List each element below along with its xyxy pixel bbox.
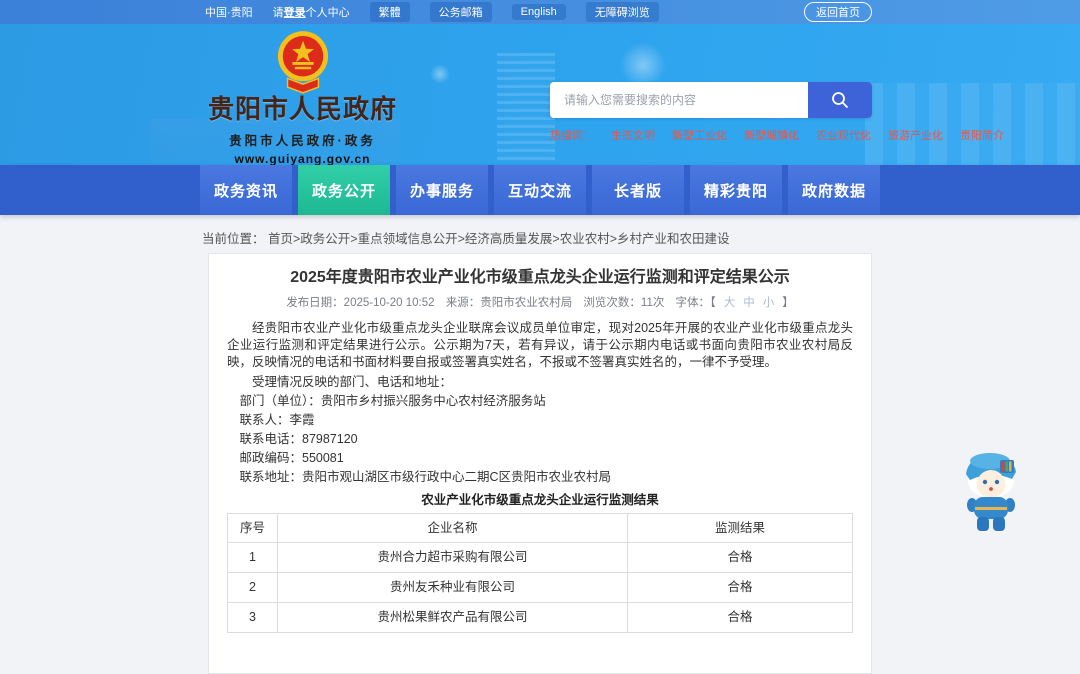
accessibility-link[interactable]: 无障碍浏览 bbox=[586, 2, 659, 22]
bokeh-light bbox=[430, 64, 450, 84]
traditional-chinese-link[interactable]: 繁體 bbox=[370, 2, 410, 22]
monitor-result: 合格 bbox=[628, 543, 853, 573]
site-logo[interactable]: 贵阳市人民政府 贵阳市人民政府·政务 www.guiyang.gov.cn bbox=[205, 30, 400, 165]
breadcrumb: 当前位置： 首页>政务公开>重点领域信息公开>经济高质量发展>农业农村>乡村产业… bbox=[202, 228, 1080, 247]
top-utility-bar: 中国·贵阳 请登录个人中心 繁體 公务邮箱 English 无障碍浏览 返回首页 bbox=[0, 0, 1080, 24]
article-meta: 发布日期：2025-10-20 10:52 来源：贵阳市农业农村局 浏览次数：1… bbox=[227, 294, 853, 310]
national-emblem-icon bbox=[276, 30, 330, 94]
col-header-result: 监测结果 bbox=[628, 513, 853, 543]
nav-tab-hdjl[interactable]: 互动交流 bbox=[494, 165, 586, 215]
table-row: 2 贵州友禾种业有限公司 合格 bbox=[228, 573, 853, 603]
cityscape-tower bbox=[497, 53, 555, 161]
search-box bbox=[550, 82, 872, 118]
font-size-large[interactable]: 大 bbox=[724, 297, 736, 309]
monitor-result: 合格 bbox=[628, 603, 853, 633]
login-prefix: 请 bbox=[273, 7, 284, 19]
nav-tab-zwgk-active[interactable]: 政务公开 bbox=[298, 165, 390, 215]
article-source: 来源：贵阳市农业农村局 bbox=[446, 297, 573, 309]
contact-person: 联系人：李霞 bbox=[227, 412, 853, 429]
login-link[interactable]: 请登录个人中心 bbox=[273, 4, 350, 20]
row-no: 3 bbox=[228, 603, 278, 633]
nav-tab-jcgy[interactable]: 精彩贵阳 bbox=[690, 165, 782, 215]
site-name: 贵阳市人民政府 bbox=[205, 96, 400, 125]
hot-word[interactable]: 旅游产业化 bbox=[888, 127, 943, 143]
row-no: 2 bbox=[228, 573, 278, 603]
nav-tab-zzb[interactable]: 长者版 bbox=[592, 165, 684, 215]
table-header-row: 序号 企业名称 监测结果 bbox=[228, 513, 853, 543]
nav-tab-zfsj[interactable]: 政府数据 bbox=[788, 165, 880, 215]
assistant-mascot[interactable] bbox=[954, 447, 1028, 535]
company-name: 贵州松果鲜农产品有限公司 bbox=[278, 603, 628, 633]
nav-tab-zwzx[interactable]: 政务资讯 bbox=[200, 165, 292, 215]
contact-intro-paragraph: 受理情况反映的部门、电话和地址： bbox=[227, 374, 853, 391]
font-size-label-close: 】 bbox=[782, 297, 794, 309]
company-name: 贵州友禾种业有限公司 bbox=[278, 573, 628, 603]
hot-word[interactable]: 生态文明 bbox=[611, 127, 655, 143]
hot-word[interactable]: 新型工业化 bbox=[672, 127, 727, 143]
search-icon bbox=[830, 90, 850, 110]
cityscape-silhouette-right bbox=[865, 83, 1080, 165]
monitor-result-table: 序号 企业名称 监测结果 1 贵州合力超市采购有限公司 合格 2 贵州友禾种业有… bbox=[227, 513, 853, 634]
contact-postcode: 邮政编码：550081 bbox=[227, 450, 853, 467]
table-row: 1 贵州合力超市采购有限公司 合格 bbox=[228, 543, 853, 573]
row-no: 1 bbox=[228, 543, 278, 573]
monitor-result: 合格 bbox=[628, 573, 853, 603]
login-suffix: 个人中心 bbox=[306, 7, 350, 19]
contact-phone: 联系电话：87987120 bbox=[227, 431, 853, 448]
site-subtitle: 贵阳市人民政府·政务 bbox=[205, 130, 400, 149]
font-size-label: 字体：【 bbox=[676, 297, 716, 309]
site-url: www.guiyang.gov.cn bbox=[205, 152, 400, 165]
search-input[interactable] bbox=[550, 82, 808, 118]
font-size-medium[interactable]: 中 bbox=[743, 297, 755, 309]
table-caption: 农业产业化市级重点龙头企业运行监测结果 bbox=[227, 492, 853, 509]
search-area: 热搜词： 生态文明 新型工业化 新型城镇化 农业现代化 旅游产业化 贵阳简介 bbox=[550, 82, 872, 143]
hot-word[interactable]: 新型城镇化 bbox=[744, 127, 799, 143]
hot-word[interactable]: 农业现代化 bbox=[816, 127, 871, 143]
hot-search-row: 热搜词： 生态文明 新型工业化 新型城镇化 农业现代化 旅游产业化 贵阳简介 bbox=[550, 127, 872, 143]
site-banner: 贵阳市人民政府 贵阳市人民政府·政务 www.guiyang.gov.cn 热搜… bbox=[0, 24, 1080, 165]
col-header-no: 序号 bbox=[228, 513, 278, 543]
official-mail-link[interactable]: 公务邮箱 bbox=[430, 2, 492, 22]
search-button[interactable] bbox=[808, 82, 872, 118]
nav-tab-bsfw[interactable]: 办事服务 bbox=[396, 165, 488, 215]
company-name: 贵州合力超市采购有限公司 bbox=[278, 543, 628, 573]
view-count: 浏览次数：11次 bbox=[583, 297, 664, 309]
article-card: 2025年度贵阳市农业产业化市级重点龙头企业运行监测和评定结果公示 发布日期：2… bbox=[208, 253, 872, 674]
table-row: 3 贵州松果鲜农产品有限公司 合格 bbox=[228, 603, 853, 633]
breadcrumb-path[interactable]: 首页>政务公开>重点领域信息公开>经济高质量发展>农业农村>乡村产业和农田建设 bbox=[268, 232, 730, 246]
breadcrumb-label: 当前位置： bbox=[202, 232, 265, 246]
region-link[interactable]: 中国·贵阳 bbox=[205, 4, 253, 20]
announcement-paragraph: 经贵阳市农业产业化市级重点龙头企业联席会议成员单位审定，现对2025年开展的农业… bbox=[227, 320, 853, 371]
font-size-small[interactable]: 小 bbox=[763, 297, 775, 309]
topbar-links: 中国·贵阳 请登录个人中心 繁體 公务邮箱 English 无障碍浏览 bbox=[205, 2, 659, 22]
contact-department: 部门（单位）：贵阳市乡村振兴服务中心农村经济服务站 bbox=[227, 393, 853, 410]
hot-word[interactable]: 贵阳简介 bbox=[960, 127, 1004, 143]
contact-address: 联系地址：贵阳市观山湖区市级行政中心二期C区贵阳市农业农村局 bbox=[227, 469, 853, 486]
main-navigation: 政务资讯 政务公开 办事服务 互动交流 长者版 精彩贵阳 政府数据 bbox=[0, 165, 1080, 215]
article-title: 2025年度贵阳市农业产业化市级重点龙头企业运行监测和评定结果公示 bbox=[227, 268, 853, 289]
return-home-button[interactable]: 返回首页 bbox=[804, 2, 872, 22]
publish-date: 发布日期：2025-10-20 10:52 bbox=[286, 297, 434, 309]
hot-search-label: 热搜词： bbox=[550, 127, 594, 143]
english-link[interactable]: English bbox=[512, 4, 566, 20]
login-strong[interactable]: 登录 bbox=[284, 7, 306, 19]
article-body: 经贵阳市农业产业化市级重点龙头企业联席会议成员单位审定，现对2025年开展的农业… bbox=[227, 320, 853, 633]
col-header-company: 企业名称 bbox=[278, 513, 628, 543]
